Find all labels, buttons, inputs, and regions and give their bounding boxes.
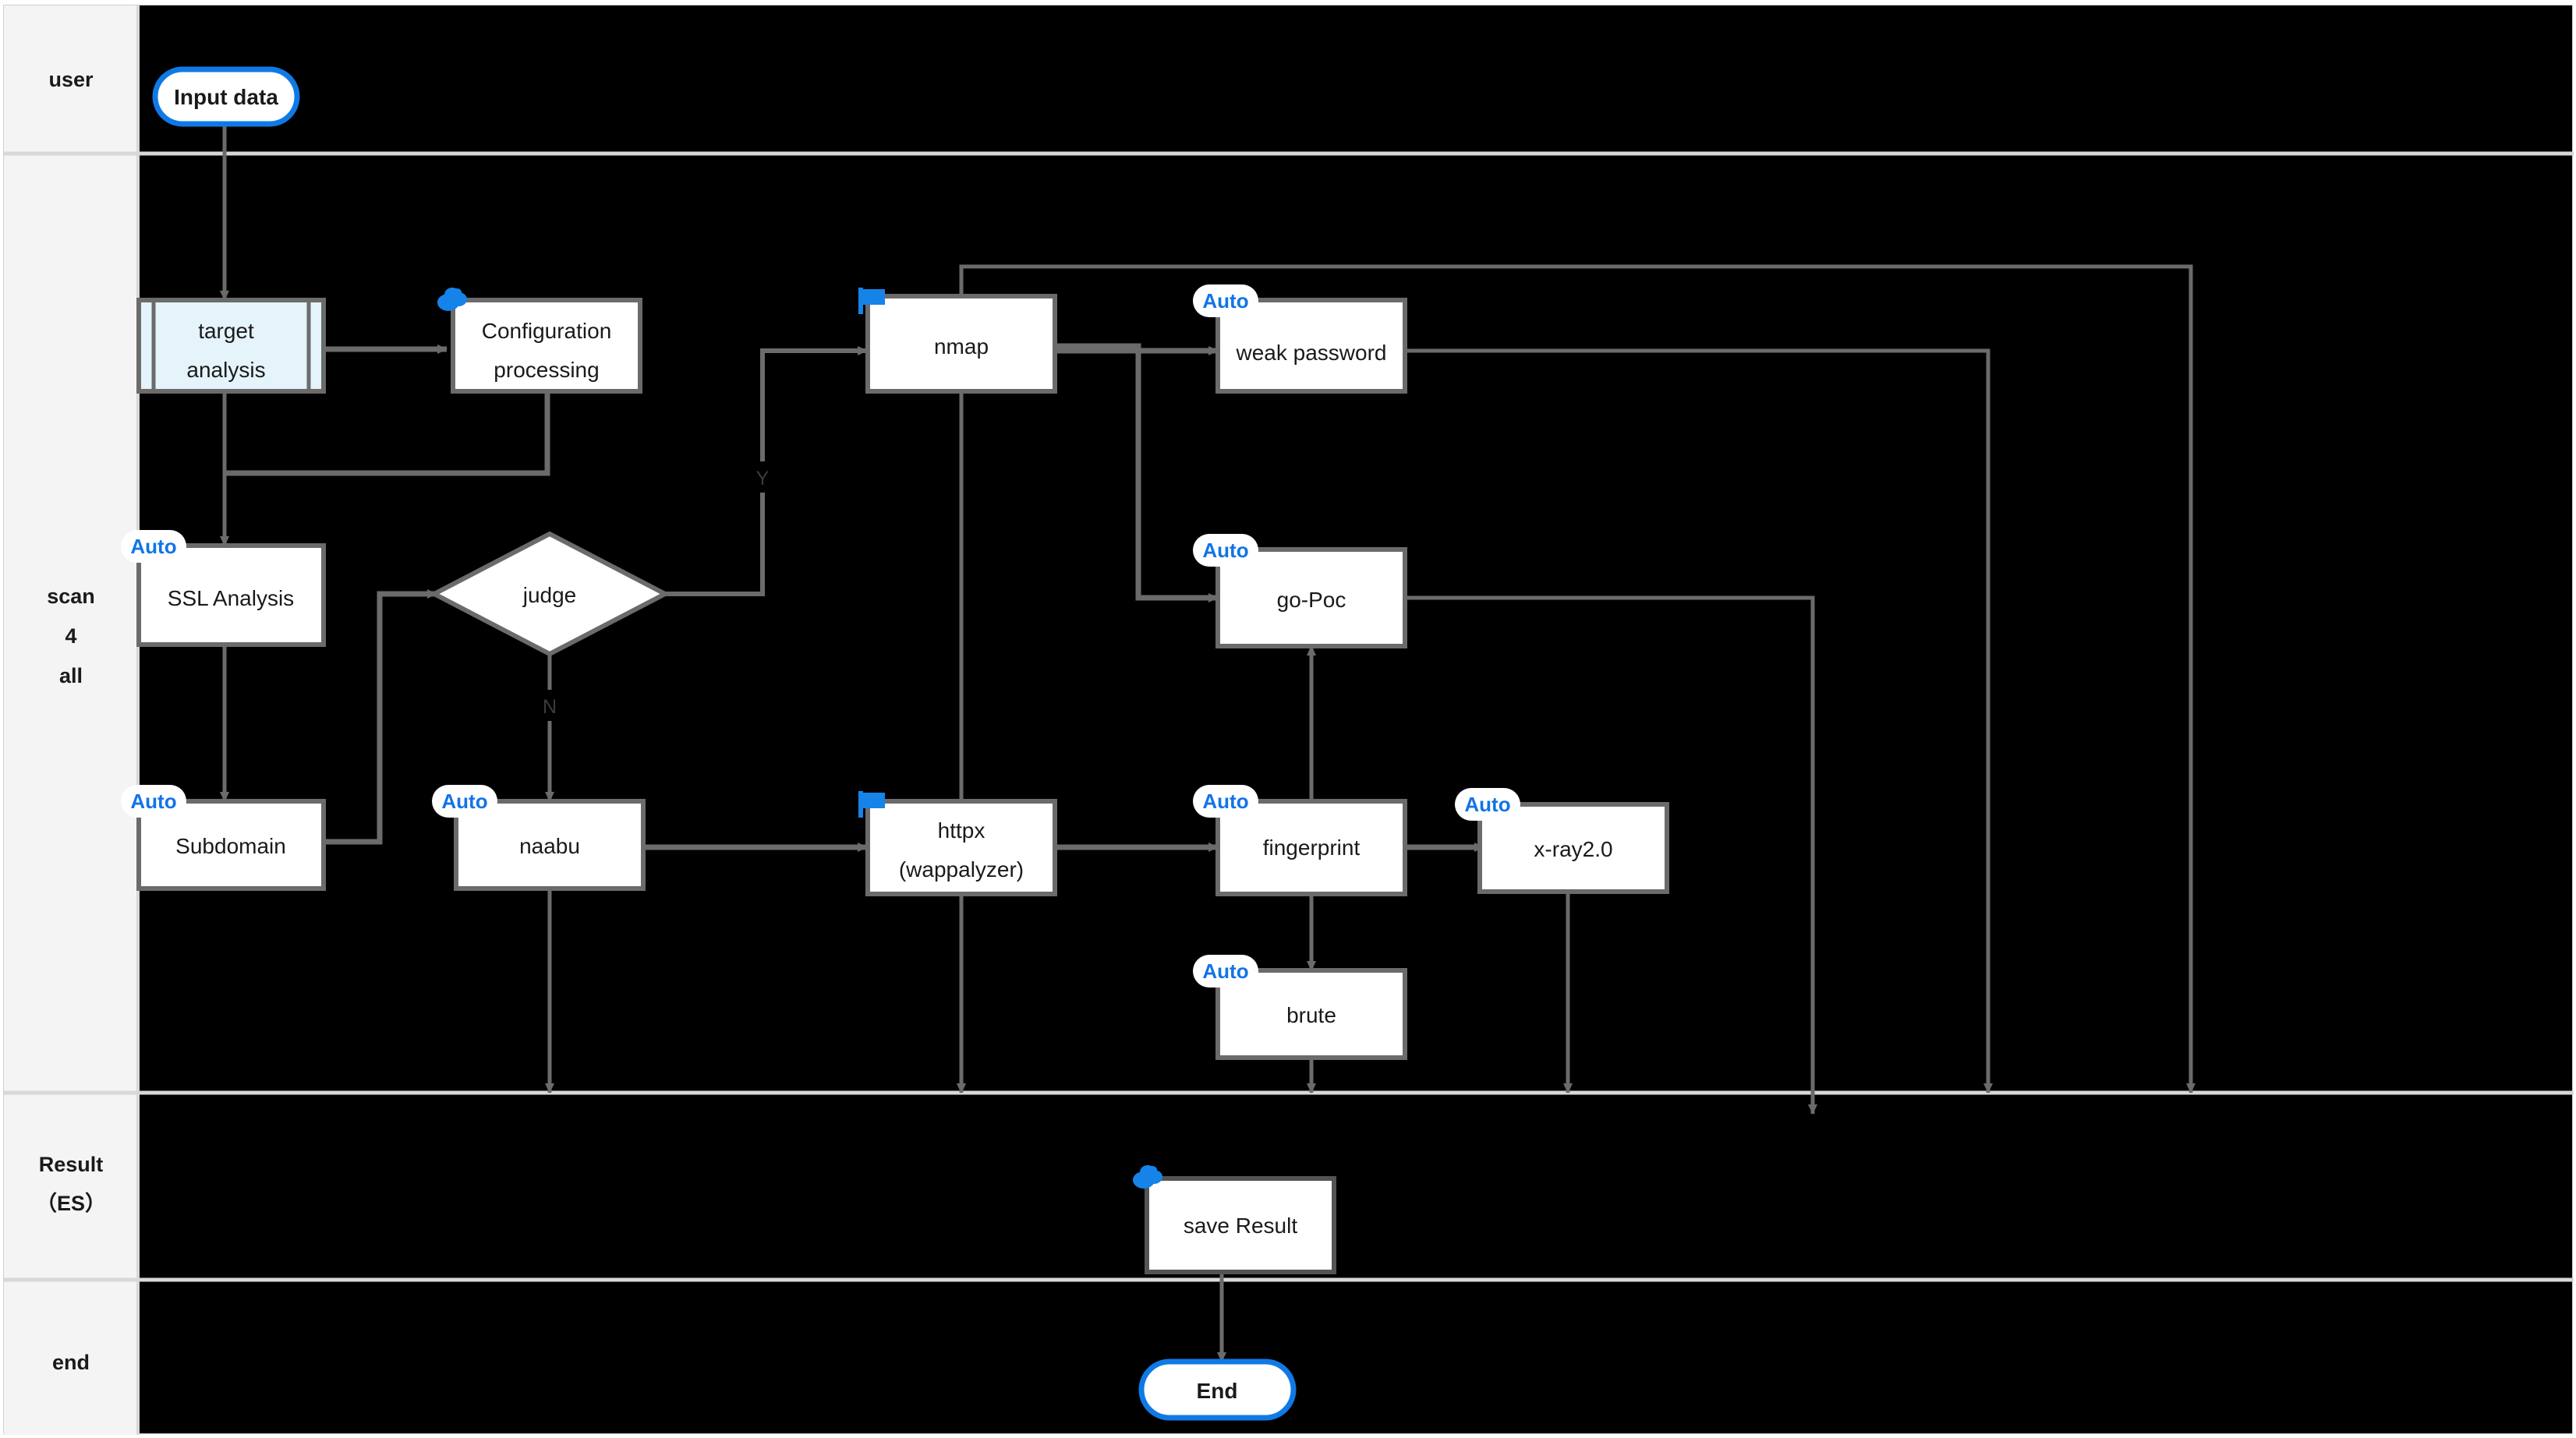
weak-password-badge-label: Auto xyxy=(1202,289,1248,313)
node-target-analysis[interactable]: target analysis xyxy=(136,298,326,394)
ssl-analysis-label: SSL Analysis xyxy=(168,586,294,610)
configuration-processing-label-line2: processing xyxy=(494,358,599,382)
fingerprint-label: fingerprint xyxy=(1263,836,1361,860)
node-ssl-analysis[interactable]: SSL Analysis Auto xyxy=(121,530,326,647)
node-brute[interactable]: brute Auto xyxy=(1193,955,1407,1060)
go-poc-badge-label: Auto xyxy=(1202,539,1248,562)
httpx-label-line2: (wappalyzer) xyxy=(899,857,1024,882)
status-badge-auto-go-poc: Auto xyxy=(1193,534,1258,567)
node-end[interactable]: End xyxy=(1138,1359,1297,1421)
naabu-badge-label: Auto xyxy=(441,790,487,813)
flowchart-page: user scan 4 all Result （ES） end Y N Inpu… xyxy=(0,0,2576,1438)
lane-label-user: user xyxy=(48,68,94,91)
configuration-processing-label-line1: Configuration xyxy=(482,319,612,343)
target-analysis-label-line1: target xyxy=(198,319,254,343)
lane-label-result-line1: Result xyxy=(39,1153,104,1176)
status-badge-auto-naabu: Auto xyxy=(432,785,497,818)
subdomain-label: Subdomain xyxy=(175,834,286,858)
status-badge-auto-brute: Auto xyxy=(1193,955,1258,988)
status-badge-auto-subdomain: Auto xyxy=(121,785,186,818)
lane-label-scan-line3: all xyxy=(59,664,83,687)
brute-badge-label: Auto xyxy=(1202,959,1248,983)
end-label: End xyxy=(1197,1379,1238,1403)
edge-subdomain-to-judge xyxy=(324,589,437,845)
edge-config-to-subdomain-seg xyxy=(225,391,550,476)
xray-label: x-ray2.0 xyxy=(1534,837,1612,861)
diagram-canvas: user scan 4 all Result （ES） end Y N Inpu… xyxy=(3,5,2574,1435)
lane-label-end: end xyxy=(52,1351,90,1374)
node-go-poc[interactable]: go-Poc Auto xyxy=(1193,534,1407,648)
edge-nmap-to-gopoc xyxy=(1055,343,1219,602)
lane-label-scan-line2: 4 xyxy=(65,624,76,648)
node-httpx[interactable]: httpx (wappalyzer) xyxy=(858,791,1057,896)
node-subdomain[interactable]: Subdomain Auto xyxy=(121,785,326,891)
node-xray[interactable]: x-ray2.0 Auto xyxy=(1455,788,1669,894)
lane-header-column xyxy=(4,5,138,1435)
xray-badge-label: Auto xyxy=(1464,793,1510,816)
node-judge[interactable]: judge xyxy=(429,531,671,657)
edge-weak-password-to-result-lane xyxy=(1405,348,1993,1094)
weak-password-label: weak password xyxy=(1236,341,1387,365)
status-badge-auto-xray: Auto xyxy=(1455,788,1520,821)
node-configuration-processing[interactable]: Configuration processing xyxy=(437,288,642,394)
nmap-label: nmap xyxy=(934,334,989,359)
edge-label-judge-yes: Y xyxy=(756,468,770,489)
status-badge-auto-ssl-analysis: Auto xyxy=(121,530,186,563)
lane-label-scan-line1: scan xyxy=(47,585,95,608)
edge-label-judge-no: N xyxy=(543,696,557,718)
ssl-analysis-badge-label: Auto xyxy=(130,535,176,558)
go-poc-label: go-Poc xyxy=(1277,588,1346,612)
node-save-result[interactable]: save Result xyxy=(1133,1165,1336,1274)
input-data-label: Input data xyxy=(174,85,278,109)
edge-nmap-top-to-result-lane xyxy=(959,264,2196,1094)
node-nmap[interactable]: nmap xyxy=(858,288,1057,394)
node-weak-password[interactable]: weak password Auto xyxy=(1193,284,1407,394)
naabu-label: naabu xyxy=(519,834,580,858)
httpx-label-line1: httpx xyxy=(938,818,985,843)
status-badge-auto-weak-password: Auto xyxy=(1193,284,1258,317)
node-naabu[interactable]: naabu Auto xyxy=(432,785,646,891)
status-badge-auto-fingerprint: Auto xyxy=(1193,785,1258,818)
lane-label-result-line2: （ES） xyxy=(36,1192,106,1215)
fingerprint-badge-label: Auto xyxy=(1202,790,1248,813)
judge-label: judge xyxy=(522,583,577,607)
target-analysis-label-line2: analysis xyxy=(186,358,265,382)
flowchart-svg: user scan 4 all Result （ES） end Y N Inpu… xyxy=(4,5,2574,1435)
subdomain-badge-label: Auto xyxy=(130,790,176,813)
brute-label: brute xyxy=(1286,1003,1336,1027)
node-fingerprint[interactable]: fingerprint Auto xyxy=(1193,785,1407,896)
save-result-label: save Result xyxy=(1184,1214,1298,1238)
node-input-data[interactable]: Input data xyxy=(152,66,300,127)
